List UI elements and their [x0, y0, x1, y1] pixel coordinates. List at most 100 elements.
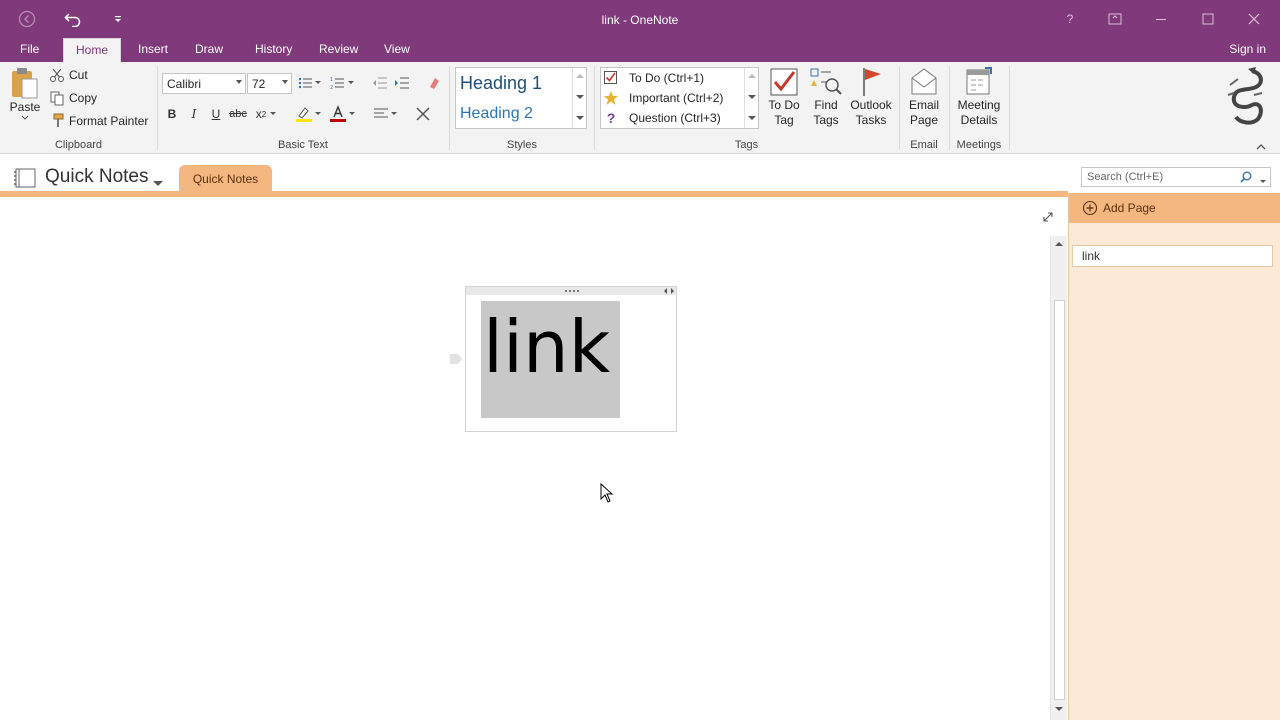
- sign-in-link[interactable]: Sign in: [1229, 42, 1266, 56]
- increase-indent-icon[interactable]: [392, 73, 412, 93]
- dragon-logo-icon: [1222, 65, 1268, 130]
- delete-icon[interactable]: [413, 104, 433, 124]
- chevron-down-icon[interactable]: [347, 104, 357, 124]
- numbering-icon[interactable]: 12: [328, 73, 348, 93]
- group-divider: [449, 66, 450, 150]
- search-input[interactable]: Search (Ctrl+E): [1081, 167, 1271, 187]
- styles-gallery-scroll[interactable]: [572, 68, 586, 128]
- add-circle-icon: [1082, 200, 1098, 216]
- mouse-cursor-icon: [600, 482, 614, 506]
- underline-button[interactable]: U: [206, 104, 226, 124]
- chevron-down-icon[interactable]: [313, 73, 323, 93]
- highlighter-icon[interactable]: [294, 104, 314, 124]
- strikethrough-button[interactable]: abc: [228, 104, 248, 124]
- help-icon[interactable]: ?: [1055, 8, 1085, 30]
- italic-button[interactable]: I: [184, 104, 204, 124]
- font-name-combo[interactable]: Calibri: [162, 73, 246, 94]
- notebook-name[interactable]: Quick Notes: [45, 166, 148, 188]
- tab-insert[interactable]: Insert: [127, 38, 179, 62]
- add-page-button[interactable]: Add Page: [1069, 193, 1280, 223]
- page-canvas[interactable]: link: [0, 197, 1053, 720]
- scroll-down-icon[interactable]: [1054, 706, 1064, 712]
- search-placeholder: Search (Ctrl+E): [1087, 171, 1164, 183]
- clear-formatting-icon[interactable]: [424, 73, 444, 93]
- outlook-tasks-button[interactable]: Outlook Tasks: [846, 66, 896, 128]
- tag-question[interactable]: ? Question (Ctrl+3): [603, 110, 721, 126]
- paste-button[interactable]: Paste: [6, 66, 44, 121]
- chevron-down-icon[interactable]: [346, 73, 356, 93]
- minimize-icon[interactable]: [1146, 8, 1176, 30]
- search-icon[interactable]: [1240, 171, 1252, 186]
- svg-text:1: 1: [330, 77, 333, 83]
- tags-group-label: Tags: [734, 139, 759, 151]
- maximize-icon[interactable]: [1193, 8, 1223, 30]
- checkbox-icon: [604, 71, 617, 84]
- decrease-indent-icon[interactable]: [370, 73, 390, 93]
- group-divider: [899, 66, 900, 150]
- meeting-details-icon: [966, 67, 992, 95]
- email-page-label-2: Page: [909, 113, 939, 127]
- close-icon[interactable]: [1239, 8, 1269, 30]
- ribbon-display-icon[interactable]: [1100, 8, 1130, 30]
- chevron-down-icon[interactable]: [1260, 175, 1266, 187]
- email-page-label-1: Email: [908, 98, 939, 112]
- note-text[interactable]: link: [483, 293, 610, 401]
- email-page-button[interactable]: Email Page: [902, 66, 946, 128]
- style-heading-2[interactable]: Heading 2: [460, 105, 533, 123]
- tag-todo-label: To Do (Ctrl+1): [629, 71, 705, 85]
- font-size-combo[interactable]: 72: [247, 73, 292, 94]
- section-tab-quick-notes[interactable]: Quick Notes: [179, 165, 272, 193]
- meeting-details-button[interactable]: Meeting Details: [952, 66, 1006, 128]
- cut-button[interactable]: Cut: [49, 67, 88, 83]
- page-list-item[interactable]: link: [1072, 245, 1273, 267]
- expand-icon[interactable]: [1042, 211, 1054, 226]
- bold-button[interactable]: B: [162, 104, 182, 124]
- tag-important[interactable]: Important (Ctrl+2): [603, 90, 723, 106]
- tag-important-label: Important (Ctrl+2): [629, 91, 724, 105]
- paragraph-handle-icon[interactable]: [449, 353, 463, 368]
- meetings-group-label: Meetings: [956, 139, 1002, 151]
- scrollbar-thumb[interactable]: [1054, 300, 1065, 700]
- copy-label: Copy: [69, 91, 98, 105]
- tab-history[interactable]: History: [244, 38, 303, 62]
- collapse-ribbon-icon[interactable]: [1256, 140, 1266, 154]
- page-vertical-scrollbar[interactable]: [1050, 236, 1067, 720]
- chevron-down-icon[interactable]: [153, 176, 163, 190]
- tags-gallery[interactable]: To Do (Ctrl+1) Important (Ctrl+2) ? Ques…: [600, 67, 759, 129]
- clipboard-group-label: Clipboard: [54, 139, 103, 151]
- tab-draw[interactable]: Draw: [184, 38, 234, 62]
- outlook-tasks-label-2: Tasks: [855, 113, 887, 127]
- question-icon: ?: [606, 110, 616, 126]
- group-divider: [949, 66, 950, 150]
- paste-icon: [12, 68, 38, 99]
- group-divider: [1009, 66, 1010, 150]
- tab-home[interactable]: Home: [63, 38, 121, 62]
- pages-pane: Add Page link: [1068, 193, 1280, 720]
- tag-todo[interactable]: To Do (Ctrl+1): [603, 70, 704, 86]
- paragraph-align-icon[interactable]: [371, 104, 391, 124]
- format-painter-label: Format Painter: [69, 114, 149, 128]
- scroll-up-icon[interactable]: [1054, 241, 1064, 247]
- chevron-down-icon[interactable]: [268, 104, 278, 124]
- chevron-down-icon[interactable]: [313, 104, 323, 124]
- chevron-down-icon[interactable]: [389, 104, 399, 124]
- tab-file[interactable]: File: [9, 38, 50, 62]
- copy-button[interactable]: Copy: [49, 90, 97, 106]
- todo-tag-button[interactable]: To Do Tag: [763, 66, 805, 128]
- todo-tag-icon: [770, 68, 798, 96]
- font-color-icon[interactable]: [328, 104, 348, 124]
- tab-review[interactable]: Review: [308, 38, 369, 62]
- styles-gallery[interactable]: Heading 1 Heading 2: [455, 67, 587, 129]
- style-heading-1[interactable]: Heading 1: [460, 73, 542, 94]
- note-container[interactable]: link: [465, 286, 677, 432]
- meeting-details-label-2: Details: [960, 113, 998, 127]
- find-tags-button[interactable]: Find Tags: [806, 66, 846, 128]
- ribbon: Paste Cut Copy Format Painter Clipboard …: [0, 62, 1280, 154]
- ribbon-tabs: File Home Insert Draw History Review Vie…: [0, 38, 1280, 62]
- outlook-tasks-label-1: Outlook: [850, 98, 892, 112]
- email-group-label: Email: [910, 139, 938, 151]
- tab-view[interactable]: View: [373, 38, 421, 62]
- title-bar: link - OneNote ?: [0, 0, 1280, 38]
- format-painter-button[interactable]: Format Painter: [49, 113, 148, 129]
- tags-gallery-scroll[interactable]: [744, 68, 758, 128]
